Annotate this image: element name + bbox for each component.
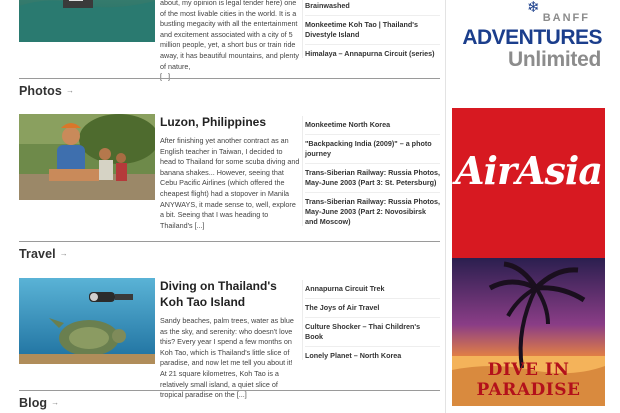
related-post-link[interactable]: Trans-Siberian Railway: Russia Photos, M… — [305, 193, 440, 231]
section-divider — [19, 241, 440, 242]
unlimited-wordmark: Unlimited — [508, 48, 601, 71]
post-excerpt: Diving on Thailand's Koh Tao Island Sand… — [160, 278, 300, 401]
arrow-icon: → — [51, 398, 60, 407]
airasia-ad[interactable]: AirAsia DIVE IN PARADISE — [452, 108, 605, 406]
post-teaser: Luzon, Philippines After finishing yet a… — [19, 114, 440, 238]
post-thumbnail[interactable] — [19, 278, 155, 364]
post-thumbnail[interactable] — [19, 0, 155, 42]
read-more-link[interactable]: [...] — [195, 221, 205, 230]
related-post-link[interactable]: Culture Shocker – Thai Children's Book — [305, 318, 440, 347]
related-post-link[interactable]: The Joys of Air Travel — [305, 299, 440, 318]
excerpt-text: about, my opinion is legal tender here) … — [160, 0, 299, 71]
column-divider — [302, 116, 303, 226]
related-posts-list: Brainwashed Monkeetime Koh Tao | Thailan… — [305, 0, 440, 63]
sidebar-divider — [445, 0, 446, 413]
dive-in-text: DIVE IN — [487, 360, 570, 380]
section-divider — [19, 390, 440, 391]
banff-wordmark: BANFF — [542, 12, 590, 24]
column-divider — [302, 280, 303, 360]
section-heading-label: Blog — [19, 396, 48, 410]
excerpt-text: After finishing yet another contract as … — [160, 136, 300, 230]
related-post-link[interactable]: Lonely Planet – North Korea — [305, 347, 440, 365]
section-heading-photos[interactable]: Photos → — [19, 84, 74, 98]
related-post-link[interactable]: "Backpacking India (2009)" – a photo jou… — [305, 135, 440, 164]
post-title[interactable]: Luzon, Philippines — [160, 114, 300, 130]
post-thumbnail[interactable] — [19, 114, 155, 200]
adventures-wordmark: ADVENTURES — [462, 26, 602, 49]
read-more-link[interactable]: [...] — [237, 390, 247, 399]
excerpt-text: Sandy beaches, palm trees, water as blue… — [160, 316, 294, 400]
snowflake-icon: ❄ — [527, 0, 540, 16]
post-teaser: Diving on Thailand's Koh Tao Island Sand… — [19, 278, 440, 399]
post-teaser-partial: about, my opinion is legal tender here) … — [19, 0, 440, 81]
section-heading-blog[interactable]: Blog → — [19, 396, 59, 410]
column-divider — [302, 0, 303, 58]
read-more-link[interactable]: [...] — [160, 72, 170, 81]
arrow-icon: → — [59, 249, 68, 258]
related-post-link[interactable]: Brainwashed — [305, 0, 440, 16]
related-post-link[interactable]: Monkeetime North Korea — [305, 116, 440, 135]
banff-adventures-ad[interactable]: ❄ BANFF ADVENTURES Unlimited — [452, 0, 605, 74]
related-posts-list: Monkeetime North Korea "Backpacking Indi… — [305, 116, 440, 231]
airasia-logo: AirAsia — [455, 148, 603, 193]
section-divider — [19, 78, 440, 79]
post-title[interactable]: Diving on Thailand's Koh Tao Island — [160, 278, 300, 310]
related-posts-list: Annapurna Circuit Trek The Joys of Air T… — [305, 280, 440, 365]
related-post-link[interactable]: Monkeetime Koh Tao | Thailand's Divestyl… — [305, 16, 440, 45]
arrow-icon: → — [65, 86, 75, 95]
paradise-text: PARADISE — [476, 380, 581, 400]
section-heading-label: Travel — [19, 247, 56, 261]
post-excerpt: Luzon, Philippines After finishing yet a… — [160, 114, 300, 231]
section-heading-label: Photos — [19, 84, 62, 98]
post-excerpt: about, my opinion is legal tender here) … — [160, 0, 300, 83]
main-content: about, my opinion is legal tender here) … — [0, 0, 440, 413]
related-post-link[interactable]: Annapurna Circuit Trek — [305, 280, 440, 299]
section-heading-travel[interactable]: Travel → — [19, 247, 68, 261]
related-post-link[interactable]: Trans-Siberian Railway: Russia Photos, M… — [305, 164, 440, 193]
related-post-link[interactable]: Himalaya – Annapurna Circuit (series) — [305, 45, 440, 63]
